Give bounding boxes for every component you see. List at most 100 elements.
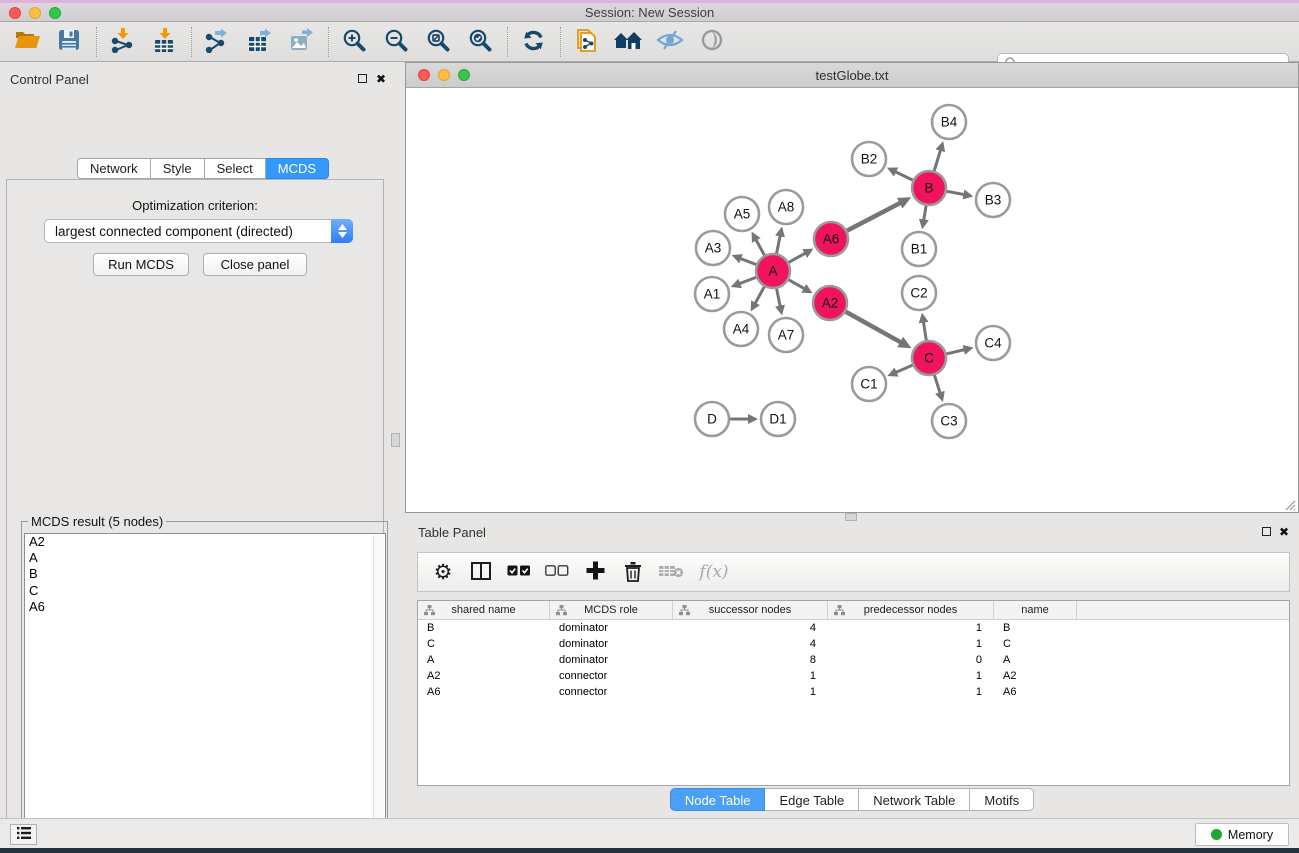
- optimization-criterion-label: Optimization criterion:: [7, 198, 383, 213]
- table-row[interactable]: A2connector11A2: [418, 668, 1289, 684]
- float-panel-icon[interactable]: [358, 74, 367, 83]
- select-all-button[interactable]: [506, 559, 532, 585]
- column-header-name[interactable]: name: [994, 601, 1077, 619]
- optimization-criterion-select[interactable]: largest connected component (directed): [44, 219, 353, 243]
- network-canvas[interactable]: B4B2BB3A8A5A6A3B1AC2A1A2A4A7C4CC1DD1C3: [408, 90, 1296, 510]
- function-builder-button[interactable]: f(x): [696, 559, 732, 585]
- mcds-result-list[interactable]: A2ABCA6: [24, 533, 386, 853]
- tab-edge-table[interactable]: Edge Table: [765, 788, 859, 811]
- node-label-B3: B3: [985, 193, 1002, 208]
- toggle-visibility-button[interactable]: [653, 25, 687, 59]
- task-history-button[interactable]: [10, 824, 37, 845]
- network-view-window: testGlobe.txt B4B2BB3A8A5A6A3B1AC2A1A2A4…: [405, 62, 1299, 513]
- tab-select[interactable]: Select: [205, 158, 266, 179]
- edge-A-A6[interactable]: [787, 253, 806, 263]
- table-row[interactable]: Cdominator41C: [418, 636, 1289, 652]
- create-column-button[interactable]: [582, 559, 608, 585]
- zoom-selected-button[interactable]: [463, 25, 497, 59]
- zoom-fit-button[interactable]: [421, 25, 455, 59]
- edge-A-A8[interactable]: [776, 235, 780, 255]
- cell-mcds_role: dominator: [550, 652, 673, 668]
- toolbar-separator: [96, 27, 97, 57]
- result-item[interactable]: C: [25, 583, 385, 599]
- tab-node-table[interactable]: Node Table: [670, 788, 766, 811]
- edge-A6-B[interactable]: [845, 203, 900, 232]
- column-header-predecessor-nodes[interactable]: predecessor nodes: [828, 601, 994, 619]
- close-panel-button[interactable]: Close panel: [203, 253, 307, 276]
- eye-button[interactable]: [695, 25, 729, 59]
- vertical-splitter-handle[interactable]: [391, 433, 400, 447]
- cell-name: A: [994, 652, 1077, 668]
- cell-predecessor_nodes: 1: [828, 668, 994, 684]
- edge-C-C4[interactable]: [945, 350, 965, 355]
- table-row[interactable]: Bdominator41B: [418, 620, 1289, 636]
- tab-style[interactable]: Style: [151, 158, 205, 179]
- deselect-all-button[interactable]: [544, 559, 570, 585]
- control-panel-title: Control Panel: [10, 72, 89, 87]
- tab-network[interactable]: Network: [77, 158, 151, 179]
- result-item[interactable]: A6: [25, 599, 385, 615]
- import-table-button[interactable]: [147, 25, 181, 59]
- toolbar-separator: [507, 27, 508, 57]
- node-table[interactable]: shared nameMCDS rolesuccessor nodesprede…: [417, 600, 1290, 786]
- control-panel: Control Panel ✖ NetworkStyleSelectMCDS O…: [0, 62, 390, 818]
- column-header-shared-name[interactable]: shared name: [418, 601, 550, 619]
- column-header-successor-nodes[interactable]: successor nodes: [673, 601, 828, 619]
- node-label-C3: C3: [940, 414, 957, 429]
- table-row[interactable]: A6connector11A6: [418, 684, 1289, 700]
- export-table-button[interactable]: [242, 25, 276, 59]
- edge-B-B1[interactable]: [924, 204, 927, 221]
- column-header-MCDS-role[interactable]: MCDS role: [550, 601, 673, 619]
- result-list-scrollbar[interactable]: [373, 535, 384, 853]
- edge-A-A7[interactable]: [776, 287, 780, 307]
- clone-network-button[interactable]: [569, 25, 603, 59]
- save-session-button[interactable]: [52, 25, 86, 59]
- column-browser-button[interactable]: [468, 559, 494, 585]
- result-item[interactable]: A2: [25, 534, 385, 550]
- float-table-panel-icon[interactable]: [1262, 527, 1271, 536]
- result-item[interactable]: A: [25, 550, 385, 566]
- node-label-A8: A8: [778, 200, 795, 215]
- table-row[interactable]: Adominator80A: [418, 652, 1289, 668]
- export-image-button[interactable]: [284, 25, 318, 59]
- desktop-background-strip: [0, 848, 1299, 853]
- edge-A-A1[interactable]: [739, 277, 758, 284]
- zoom-out-button[interactable]: [379, 25, 413, 59]
- edge-C-C1[interactable]: [896, 364, 915, 372]
- tab-network-table[interactable]: Network Table: [859, 788, 970, 811]
- edge-B-B2[interactable]: [895, 172, 914, 181]
- edge-A2-C[interactable]: [844, 311, 901, 343]
- run-mcds-button[interactable]: Run MCDS: [93, 253, 189, 276]
- resize-corner-icon[interactable]: [1285, 499, 1296, 510]
- table-header: shared nameMCDS rolesuccessor nodesprede…: [418, 601, 1289, 620]
- delete-table-button[interactable]: [658, 559, 684, 585]
- edge-A-A3[interactable]: [740, 258, 758, 265]
- tab-motifs[interactable]: Motifs: [970, 788, 1034, 811]
- import-network-button[interactable]: [105, 25, 139, 59]
- edge-A-A5[interactable]: [756, 239, 766, 256]
- table-panel: Table Panel ✖ ⚙ f(x) shared nameMCDS rol…: [405, 517, 1299, 818]
- node-label-A1: A1: [704, 287, 721, 302]
- node-label-B1: B1: [911, 242, 928, 257]
- close-panel-icon[interactable]: ✖: [376, 72, 386, 86]
- edge-B-B3[interactable]: [945, 191, 965, 195]
- memory-button[interactable]: Memory: [1195, 823, 1289, 846]
- edge-B-B4[interactable]: [934, 150, 941, 173]
- tab-mcds[interactable]: MCDS: [266, 158, 329, 179]
- zoom-in-button[interactable]: [337, 25, 371, 59]
- edge-C-C2[interactable]: [923, 322, 926, 343]
- node-label-B4: B4: [941, 115, 958, 130]
- edge-A-A2[interactable]: [787, 279, 805, 289]
- home-button[interactable]: [611, 25, 645, 59]
- table-settings-button[interactable]: ⚙: [430, 559, 456, 585]
- close-table-panel-icon[interactable]: ✖: [1279, 525, 1289, 539]
- cell-predecessor_nodes: 1: [828, 636, 994, 652]
- export-network-button[interactable]: [200, 25, 234, 59]
- delete-column-button[interactable]: [620, 559, 646, 585]
- edge-C-C3[interactable]: [934, 373, 940, 393]
- refresh-button[interactable]: [516, 25, 550, 59]
- result-item[interactable]: B: [25, 566, 385, 582]
- open-session-button[interactable]: [10, 25, 44, 59]
- table-panel-title: Table Panel: [418, 525, 486, 540]
- edge-A-A4[interactable]: [755, 285, 765, 304]
